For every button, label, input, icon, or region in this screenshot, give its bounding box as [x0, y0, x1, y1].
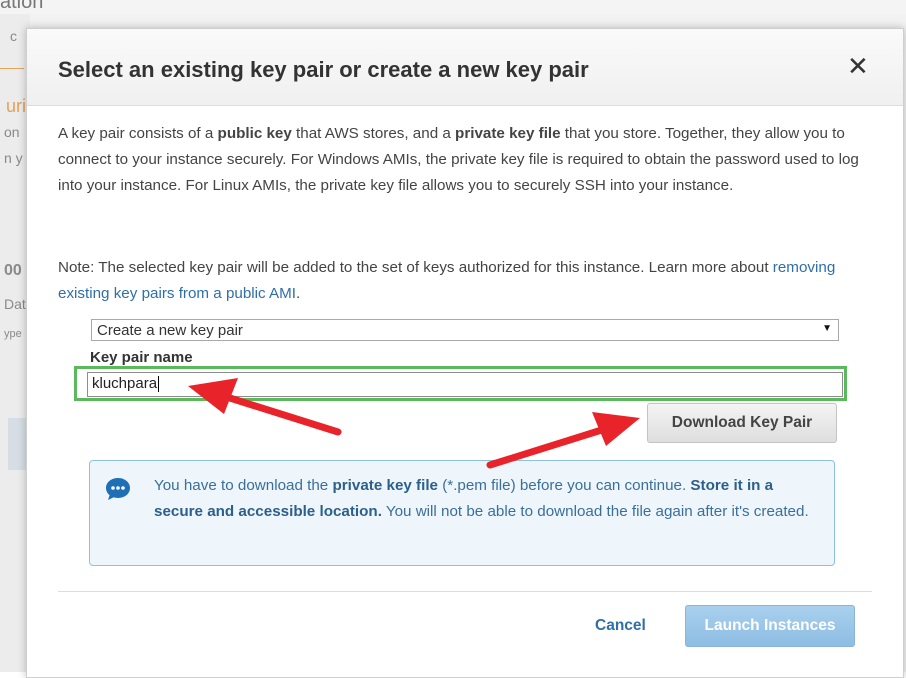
footer-divider	[58, 591, 872, 592]
background-text-fragment: 00	[4, 262, 22, 279]
note-text: Note: The selected key pair will be adde…	[58, 259, 773, 276]
key-pair-name-input[interactable]: kluchpara	[87, 372, 843, 397]
intro-bold-private-key: private key file	[455, 125, 561, 142]
background-text-fragment: uri	[6, 96, 27, 116]
background-block	[8, 418, 26, 470]
launch-instances-button[interactable]: Launch Instances	[685, 605, 855, 647]
close-icon[interactable]: ✕	[847, 53, 869, 79]
background-top-strip: ation	[0, 0, 906, 14]
info-box: You have to download the private key fil…	[89, 460, 835, 566]
info-message: You have to download the private key fil…	[154, 473, 824, 525]
background-text-fragment: ype	[4, 328, 22, 340]
key-pair-name-label: Key pair name	[90, 349, 193, 366]
dropdown-arrow-icon: ▼	[822, 323, 832, 334]
chat-bubble-icon	[106, 478, 130, 500]
select-value: Create a new key pair	[97, 322, 243, 339]
intro-text: A key pair consists of a	[58, 125, 218, 142]
background-title-fragment: ation	[0, 0, 44, 13]
info-text: You have to download the	[154, 477, 333, 494]
note-text-end: .	[296, 285, 301, 302]
intro-bold-public-key: public key	[217, 125, 292, 142]
background-text-fragment: Dat	[4, 296, 26, 312]
background-text-fragment: on	[4, 124, 20, 140]
info-bold-private-key: private key file	[332, 477, 438, 494]
info-text: (*.pem file) before you can continue.	[438, 477, 691, 494]
download-key-pair-button[interactable]: Download Key Pair	[647, 403, 837, 443]
input-value: kluchpara	[92, 375, 158, 392]
background-text-fragment: c	[10, 28, 17, 44]
intro-paragraph: A key pair consists of a public key that…	[58, 121, 878, 199]
text-caret	[158, 376, 160, 393]
key-pair-modal: Select an existing key pair or create a …	[26, 28, 904, 678]
modal-header: Select an existing key pair or create a …	[27, 29, 903, 106]
note-paragraph: Note: The selected key pair will be adde…	[58, 255, 878, 307]
intro-text: that AWS stores, and a	[291, 125, 456, 142]
cancel-button[interactable]: Cancel	[595, 617, 646, 635]
key-pair-action-select[interactable]: Create a new key pair ▼	[91, 319, 839, 341]
info-text: You will not be able to download the fil…	[381, 503, 809, 520]
background-text-fragment: n y	[4, 150, 23, 166]
modal-title: Select an existing key pair or create a …	[58, 57, 589, 82]
background-divider	[0, 68, 24, 69]
